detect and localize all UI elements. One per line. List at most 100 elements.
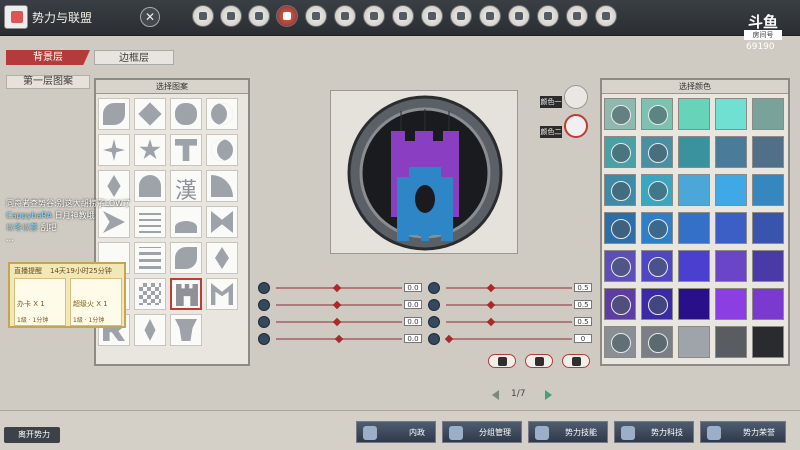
color-swatch-23[interactable] [678,250,710,282]
color-swatch-22[interactable] [641,250,673,282]
pattern-bird[interactable] [134,170,166,202]
color-swatch-12[interactable] [641,174,673,206]
top-nav-icon-14[interactable] [566,5,588,27]
close-button[interactable]: ✕ [140,7,160,27]
nav-faction-tech[interactable]: 势力科技 [614,421,694,443]
color-swatch-6[interactable] [604,136,636,168]
pattern-arch[interactable] [170,206,202,238]
slider-thumb-4[interactable] [334,334,344,344]
color-swatch-7[interactable] [641,136,673,168]
gift-card-2[interactable]: 超级火 X 1 1级 · 1分钟 [70,278,122,326]
top-nav-icon-15[interactable] [595,5,617,27]
color-swatch-11[interactable] [604,174,636,206]
color-swatch-4[interactable] [715,98,747,130]
slider-track-6[interactable] [446,304,572,306]
pattern-tower[interactable] [170,278,202,310]
tab-border-layer[interactable]: 边框层 [94,50,174,65]
slider-thumb-8[interactable] [444,334,454,344]
save-button[interactable] [562,354,590,368]
pattern-grid[interactable] [134,206,166,238]
pattern-arrow[interactable] [98,206,130,238]
nav-internal-affairs[interactable]: 内政 [356,421,436,443]
color-swatch-16[interactable] [604,212,636,244]
color-swatch-20[interactable] [752,212,784,244]
color-swatch-26[interactable] [604,288,636,320]
pattern-star4[interactable] [98,134,130,166]
pattern-diamond[interactable] [134,98,166,130]
color-swatch-29[interactable] [715,288,747,320]
slider-thumb-5[interactable] [486,283,496,293]
flip-button[interactable] [488,354,516,368]
pattern-lines[interactable] [134,242,166,274]
top-nav-icon-12[interactable] [508,5,530,27]
pattern-han-glyph[interactable]: 漢 [170,170,202,204]
nav-faction-honor[interactable]: 势力荣誉 [700,421,786,443]
color-swatch-24[interactable] [715,250,747,282]
color-swatch-14[interactable] [715,174,747,206]
color-swatch-2[interactable] [641,98,673,130]
pattern-anvil[interactable] [170,314,202,346]
nav-faction-skills[interactable]: 势力技能 [528,421,608,443]
pattern-t-shape[interactable] [170,134,202,166]
color-swatch-35[interactable] [752,326,784,358]
pattern-crystal[interactable] [134,314,166,346]
top-nav-icon-3[interactable] [248,5,270,27]
top-nav-icon-11[interactable] [479,5,501,27]
color-swatch-19[interactable] [715,212,747,244]
top-nav-icon-4[interactable] [276,5,298,27]
live-reminder-card[interactable]: 直播提醒 14天19小时25分钟 办卡 X 1 1级 · 1分钟 超级火 X 1… [8,262,126,328]
color-swatch-32[interactable] [641,326,673,358]
top-nav-icon-7[interactable] [363,5,385,27]
delete-button[interactable] [525,354,553,368]
top-nav-icon-8[interactable] [392,5,414,27]
color-swatch-13[interactable] [678,174,710,206]
pattern-bowtie[interactable] [206,206,238,238]
nav-group-management[interactable]: 分组管理 [442,421,522,443]
color1-swatch[interactable] [564,85,588,109]
slider-thumb-1[interactable] [332,283,341,293]
top-nav-icon-6[interactable] [334,5,356,27]
top-nav-icon-2[interactable] [220,5,242,27]
leave-faction-button[interactable]: 离开势力 [4,427,60,443]
pattern-wave[interactable] [170,242,202,274]
color2-swatch[interactable] [564,114,588,138]
color-swatch-15[interactable] [752,174,784,206]
pattern-checker[interactable] [134,278,166,310]
pattern-crescent-2[interactable] [206,134,238,166]
pattern-leaf[interactable] [98,98,130,130]
prev-page-button[interactable] [492,390,499,400]
color-swatch-9[interactable] [715,136,747,168]
color-swatch-10[interactable] [752,136,784,168]
slider-track-8[interactable] [446,338,572,340]
top-nav-icon-9[interactable] [421,5,443,27]
tab-background-layer[interactable]: 背景层 [6,50,90,65]
pattern-crescent[interactable] [206,98,238,130]
color-swatch-30[interactable] [752,288,784,320]
slider-track-5[interactable] [446,287,572,289]
slider-thumb-6[interactable] [486,300,496,310]
color-swatch-33[interactable] [678,326,710,358]
color-swatch-27[interactable] [641,288,673,320]
slider-track-7[interactable] [446,321,572,323]
pattern-star5[interactable] [134,134,166,166]
gift-card-1[interactable]: 办卡 X 1 1级 · 1分钟 [14,278,66,326]
slider-thumb-2[interactable] [332,300,341,310]
color-swatch-25[interactable] [752,250,784,282]
pattern-apple[interactable] [170,98,202,130]
slider-thumb-3[interactable] [332,317,341,327]
top-nav-icon-13[interactable] [537,5,559,27]
color-swatch-17[interactable] [641,212,673,244]
pattern-rhombus[interactable] [206,242,238,274]
color-swatch-21[interactable] [604,250,636,282]
pattern-m-shape[interactable] [206,278,238,310]
color-swatch-34[interactable] [715,326,747,358]
color-swatch-5[interactable] [752,98,784,130]
top-nav-icon-1[interactable] [192,5,214,27]
color-swatch-28[interactable] [678,288,710,320]
color-swatch-3[interactable] [678,98,710,130]
color-swatch-8[interactable] [678,136,710,168]
next-page-button[interactable] [545,390,552,400]
top-nav-icon-10[interactable] [450,5,472,27]
color-swatch-1[interactable] [604,98,636,130]
top-nav-icon-5[interactable] [305,5,327,27]
